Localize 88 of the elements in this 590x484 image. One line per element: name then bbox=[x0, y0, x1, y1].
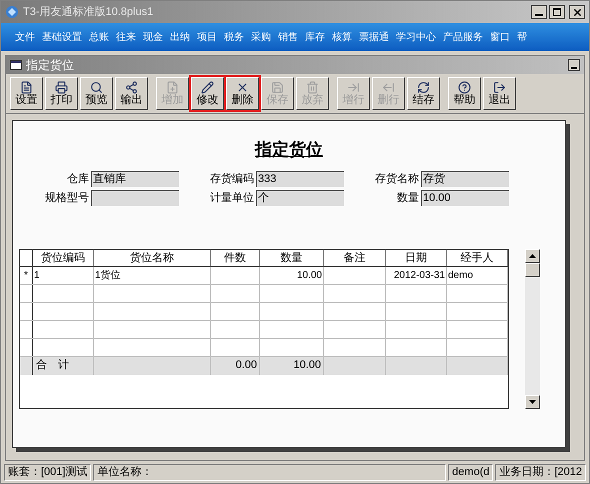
document-icon bbox=[20, 80, 33, 94]
menu-item[interactable]: 窗口 bbox=[490, 30, 510, 44]
column-header[interactable]: 日期 bbox=[386, 250, 447, 266]
status-bar-section: demo(d bbox=[448, 464, 494, 480]
scroll-down-button[interactable] bbox=[525, 394, 540, 408]
field-label: 规格型号 bbox=[44, 191, 89, 206]
magnifier-icon bbox=[90, 80, 103, 94]
delete-row-icon bbox=[382, 80, 395, 94]
child-window-title: 指定货位 bbox=[26, 57, 75, 74]
column-header[interactable]: 备注 bbox=[324, 250, 386, 266]
form-title: 指定货位 bbox=[255, 139, 323, 161]
toolbar-button[interactable]: 退出 bbox=[483, 77, 516, 110]
floppy-icon bbox=[271, 80, 284, 94]
status-bar-section: 账套：[001]测试 bbox=[4, 464, 92, 480]
exit-door-icon bbox=[493, 80, 506, 94]
scroll-thumb[interactable] bbox=[525, 262, 540, 276]
close-icon bbox=[572, 6, 582, 18]
field-label: 计量单位 bbox=[209, 191, 254, 206]
menu-item[interactable]: 总账 bbox=[89, 30, 109, 44]
column-header[interactable]: 货位名称 bbox=[94, 250, 211, 266]
toolbar-button[interactable]: 输出 bbox=[115, 77, 148, 110]
menu-item[interactable]: 帮 bbox=[517, 30, 527, 44]
insert-row-icon bbox=[347, 80, 360, 94]
minimize-button[interactable] bbox=[531, 5, 547, 19]
add-file-icon bbox=[166, 80, 179, 94]
total-label: 合 计 bbox=[36, 358, 69, 370]
menu-item[interactable]: 核算 bbox=[332, 30, 352, 44]
trash-icon bbox=[306, 80, 319, 94]
table-cell: 1货位 bbox=[95, 270, 121, 280]
toolbar-button[interactable]: 结存 bbox=[407, 77, 440, 110]
close-button[interactable] bbox=[569, 5, 585, 19]
input-field[interactable]: 333 bbox=[256, 170, 344, 187]
field-label: 存货编码 bbox=[209, 172, 254, 186]
toolbar-button[interactable]: 删除 bbox=[226, 77, 259, 110]
toolbar-button[interactable]: 设置 bbox=[10, 77, 43, 110]
toolbar-button[interactable]: 打印 bbox=[45, 77, 78, 110]
menu-item[interactable]: 税务 bbox=[224, 30, 244, 44]
minimize-button[interactable] bbox=[568, 59, 580, 71]
input-field[interactable]: 直销库 bbox=[91, 170, 179, 187]
menu-item[interactable]: 采购 bbox=[251, 30, 271, 44]
app-logo-icon bbox=[5, 5, 19, 19]
menu-item[interactable]: 产品服务 bbox=[443, 30, 483, 44]
up-arrow-icon bbox=[529, 254, 536, 258]
pencil-icon bbox=[201, 80, 214, 94]
vertical-scrollbar[interactable] bbox=[525, 248, 540, 408]
down-arrow-icon bbox=[529, 400, 536, 404]
table-cell: 1 bbox=[34, 270, 40, 280]
menu-item[interactable]: 票据通 bbox=[359, 30, 389, 44]
menu-item[interactable]: 基础设置 bbox=[42, 30, 82, 44]
column-header[interactable]: 数量 bbox=[260, 250, 324, 266]
status-bar-section: 业务日期：[2012 bbox=[495, 464, 586, 480]
cross-icon bbox=[236, 80, 249, 94]
help-icon bbox=[458, 80, 471, 94]
maximize-button[interactable] bbox=[549, 5, 565, 19]
table-cell: demo bbox=[448, 270, 474, 280]
scroll-up-button[interactable] bbox=[525, 248, 540, 262]
table-cell: 2012-03-31 bbox=[394, 270, 445, 280]
field-label: 仓库 bbox=[66, 172, 89, 186]
window-title: T3-用友通标准版10.8plus1 bbox=[23, 4, 154, 20]
window-icon bbox=[10, 60, 22, 70]
menu-item[interactable]: 现金 bbox=[143, 30, 163, 44]
menu-item[interactable]: 学习中心 bbox=[396, 30, 436, 44]
input-field[interactable]: 存货 bbox=[421, 170, 509, 187]
menu-item[interactable]: 项目 bbox=[197, 30, 217, 44]
column-header[interactable]: 货位编码 bbox=[33, 250, 94, 266]
column-header[interactable]: 经手人 bbox=[447, 250, 508, 266]
toolbar-button[interactable]: 预览 bbox=[80, 77, 113, 110]
menu-item[interactable]: 库存 bbox=[305, 30, 325, 44]
input-field[interactable]: 个 bbox=[256, 190, 344, 206]
menu-item[interactable]: 销售 bbox=[278, 30, 298, 44]
toolbar-button[interactable]: 修改 bbox=[191, 77, 224, 110]
status-bar-section: 单位名称： bbox=[93, 464, 446, 480]
refresh-icon bbox=[417, 80, 430, 94]
column-header[interactable]: 件数 bbox=[211, 250, 260, 266]
field-label: 存货名称 bbox=[374, 172, 419, 186]
input-field[interactable]: 10.00 bbox=[421, 190, 509, 206]
table-cell: 10.00 bbox=[296, 270, 322, 280]
printer-icon bbox=[55, 80, 68, 94]
menu-item[interactable]: 往来 bbox=[116, 30, 136, 44]
input-field[interactable] bbox=[91, 190, 179, 206]
total-cell: 10.00 bbox=[293, 358, 321, 370]
menu-item[interactable]: 文件 bbox=[15, 30, 35, 44]
row-marker: * bbox=[24, 270, 28, 280]
export-icon bbox=[125, 80, 138, 94]
total-cell: 0.00 bbox=[236, 358, 257, 370]
toolbar-button[interactable]: 帮助 bbox=[448, 77, 481, 110]
menu-item[interactable]: 出纳 bbox=[170, 30, 190, 44]
field-label: 数量 bbox=[396, 191, 419, 206]
